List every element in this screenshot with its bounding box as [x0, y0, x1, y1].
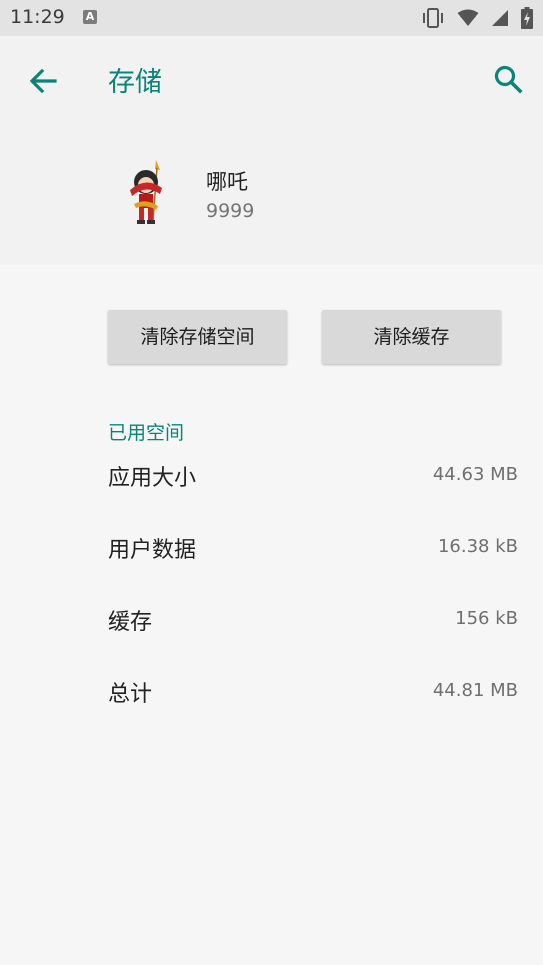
row-label: 用户数据 — [108, 538, 197, 563]
storage-row-user-data: 用户数据 16.38 kB — [0, 526, 543, 570]
back-button[interactable] — [26, 64, 60, 98]
status-icons — [421, 6, 533, 30]
row-label: 总计 — [108, 682, 153, 707]
wifi-icon — [457, 9, 479, 27]
vibrate-icon — [421, 7, 445, 29]
storage-row-cache: 缓存 156 kB — [0, 598, 543, 642]
app-header: 哪吒 9999 — [0, 122, 543, 265]
app-name: 哪吒 — [206, 170, 248, 194]
row-value: 16.38 kB — [437, 536, 518, 557]
app-version: 9999 — [206, 200, 255, 222]
notification-a-icon: A — [83, 10, 97, 24]
row-label: 缓存 — [108, 610, 153, 635]
section-title-used-space: 已用空间 — [108, 422, 185, 444]
row-value: 44.81 MB — [432, 680, 518, 701]
status-bar: 11:29 A — [0, 0, 543, 36]
arrow-left-icon — [29, 68, 57, 94]
page-title: 存储 — [108, 67, 162, 98]
search-button[interactable] — [491, 62, 525, 96]
storage-row-app-size: 应用大小 44.63 MB — [0, 454, 543, 498]
row-value: 156 kB — [455, 608, 518, 629]
nezha-app-icon — [120, 158, 172, 228]
battery-charging-icon — [521, 7, 533, 29]
row-label: 应用大小 — [108, 466, 197, 491]
app-bar: 存储 — [0, 36, 543, 122]
status-time: 11:29 — [10, 6, 65, 28]
search-icon — [494, 65, 523, 94]
signal-icon — [491, 9, 509, 27]
clear-cache-button[interactable]: 清除缓存 — [322, 310, 501, 364]
row-value: 44.63 MB — [432, 464, 518, 485]
clear-storage-button[interactable]: 清除存储空间 — [108, 310, 287, 364]
storage-row-total: 总计 44.81 MB — [0, 670, 543, 714]
